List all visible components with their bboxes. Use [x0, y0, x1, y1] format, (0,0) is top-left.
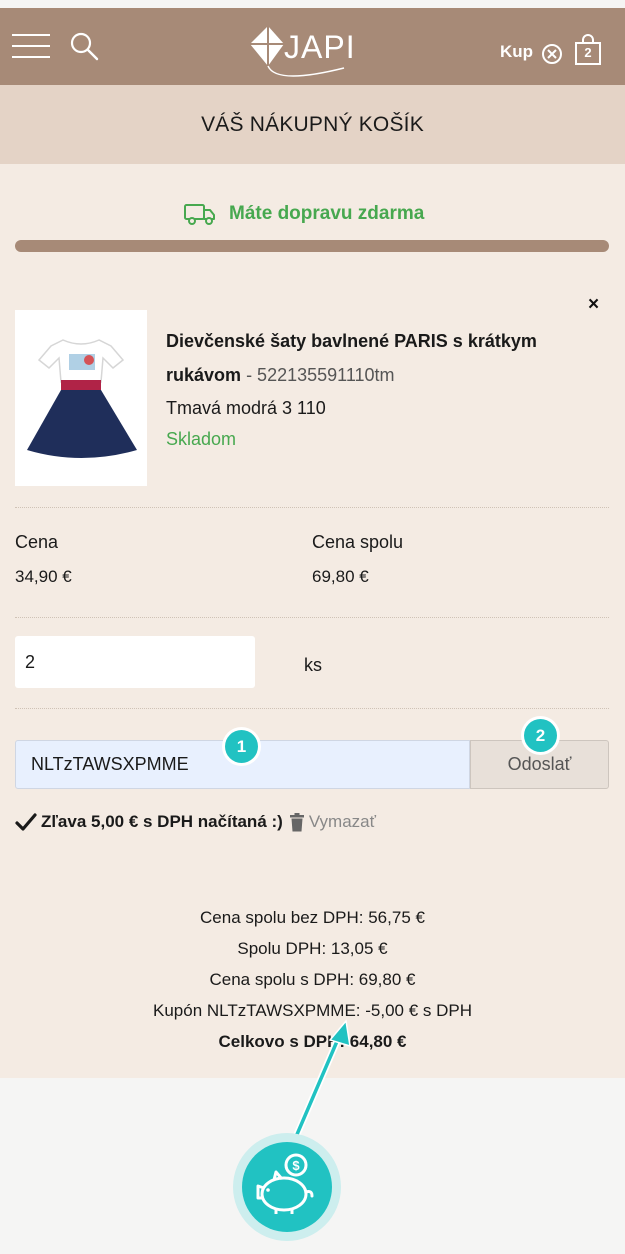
quantity-input[interactable] — [15, 636, 255, 688]
discount-message: Zľava 5,00 € s DPH načítaná :) — [41, 812, 283, 831]
dress-illustration — [27, 339, 137, 458]
page-title: VÁŠ NÁKUPNÝ KOŠÍK — [201, 113, 424, 136]
total-vat: Spolu DPH: 13,05 € — [237, 939, 388, 958]
shipping-progress-bar — [15, 240, 609, 252]
delete-coupon-link[interactable]: Vymazať — [309, 812, 376, 832]
truck-icon — [184, 204, 215, 225]
product-name-line: Dievčenské šaty bavlnené PARIS s krátkym… — [166, 324, 606, 392]
product-sku: - 522135591110tm — [246, 365, 395, 385]
divider — [15, 708, 609, 709]
product-image[interactable] — [15, 310, 147, 486]
discount-applied-row: Zľava 5,00 € s DPH načítaná :) Vymazať — [15, 810, 376, 834]
trash-icon[interactable] — [289, 812, 305, 832]
coupon-discount-line: Kupón NLTzTAWSXPMME: -5,00 € s DPH — [153, 1001, 472, 1020]
total-price-value: 69,80 € — [312, 567, 369, 586]
divider — [15, 617, 609, 618]
cart-count-badge: 2 — [584, 45, 592, 60]
menu-icon[interactable] — [12, 32, 50, 60]
step-badge-1: 1 — [225, 730, 258, 763]
quantity-unit: ks — [304, 655, 322, 675]
cart-content: Máte dopravu zdarma × Dievčenské šaty ba… — [0, 164, 625, 1078]
product-variant: Tmavá modrá 3 110 — [166, 398, 326, 418]
close-circle-icon[interactable] — [541, 43, 563, 65]
total-with-vat: Cena spolu s DPH: 69,80 € — [209, 970, 416, 989]
total-without-vat: Cena spolu bez DPH: 56,75 € — [200, 908, 425, 927]
japi-logo[interactable]: JAPI — [244, 18, 354, 80]
check-icon — [15, 813, 37, 831]
piggy-bank-icon: $ — [233, 1133, 341, 1241]
search-icon[interactable] — [68, 30, 100, 62]
price-value: 34,90 € — [15, 567, 72, 586]
price-label: Cena — [15, 532, 59, 552]
shipping-message: Máte dopravu zdarma — [229, 203, 425, 224]
total-price-label: Cena spolu — [312, 532, 404, 552]
site-header: JAPI Kup 2 — [0, 8, 625, 85]
svg-text:$: $ — [292, 1158, 300, 1173]
cart-label[interactable]: Kup — [500, 42, 533, 62]
step-badge-2: 2 — [524, 719, 557, 752]
shopping-bag-icon[interactable]: 2 — [574, 34, 602, 66]
remove-item-button[interactable]: × — [588, 294, 599, 316]
grand-total: Celkovo s DPH: 64,80 € — [218, 1032, 407, 1051]
stock-status: Skladom — [166, 429, 237, 449]
svg-text:JAPI: JAPI — [284, 29, 354, 65]
product-info: Dievčenské šaty bavlnené PARIS s krátkym… — [166, 324, 606, 454]
divider — [15, 507, 609, 508]
page-title-bar: VÁŠ NÁKUPNÝ KOŠÍK — [0, 85, 625, 164]
order-totals: Cena spolu bez DPH: 56,75 € Spolu DPH: 1… — [0, 902, 625, 1057]
free-shipping-notice: Máte dopravu zdarma — [183, 201, 424, 227]
